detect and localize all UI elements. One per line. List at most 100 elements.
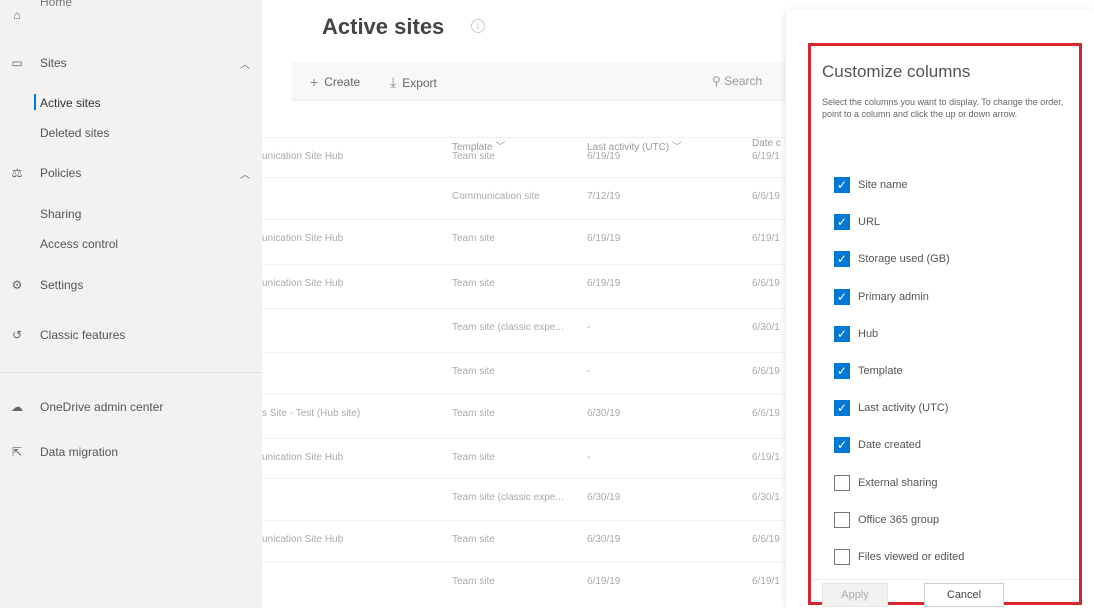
checkbox-checked-icon[interactable]: ✓ — [834, 289, 850, 305]
panel-title: Customize columns — [822, 62, 971, 81]
nav-policies-label: Policies — [40, 166, 82, 180]
left-nav: ⌂ Home ▭ Sites ︿ Active sites Deleted si… — [0, 0, 262, 608]
nav-sites-label: Sites — [40, 56, 67, 70]
checkbox-empty-icon[interactable] — [834, 512, 850, 528]
column-option[interactable]: External sharing — [834, 473, 938, 493]
column-option[interactable]: Files viewed or edited — [834, 547, 964, 567]
column-option[interactable]: ✓ Date created — [834, 435, 921, 455]
column-option[interactable]: ✓ Site name — [834, 175, 908, 195]
nav-settings[interactable]: ⚙ Settings — [0, 270, 262, 300]
column-option-label: URL — [858, 216, 881, 228]
hub-cell: unication Site Hub — [262, 278, 344, 289]
checkbox-checked-icon[interactable]: ✓ — [834, 363, 850, 379]
table-row[interactable]: unication Site Hub Team site - 6/19/1 — [262, 438, 822, 479]
checkbox-checked-icon[interactable]: ✓ — [834, 326, 850, 342]
template-cell: Team site — [452, 151, 495, 162]
search-icon: ⚲ — [712, 74, 721, 88]
nav-onedrive[interactable]: ☁ OneDrive admin center — [0, 392, 262, 422]
nav-policies[interactable]: ⚖ Policies ︿ — [0, 158, 262, 188]
download-icon: ⤓ — [390, 74, 397, 90]
nav-classic-features[interactable]: ↺ Classic features — [0, 320, 262, 350]
checkbox-checked-icon[interactable]: ✓ — [834, 214, 850, 230]
nav-access-control[interactable]: Access control — [40, 237, 118, 251]
apply-button[interactable]: Apply — [822, 583, 888, 607]
export-button[interactable]: ⤓ Export — [390, 74, 437, 91]
table-row[interactable]: Team site 6/19/19 6/19/1 — [262, 562, 822, 603]
search-box[interactable]: ⚲ Search — [712, 74, 762, 88]
info-icon[interactable]: i — [471, 19, 485, 33]
chevron-up-icon[interactable]: ︿ — [240, 166, 250, 181]
nav-classic-features-label: Classic features — [40, 328, 126, 342]
active-indicator — [34, 94, 36, 110]
checkbox-checked-icon[interactable]: ✓ — [834, 400, 850, 416]
command-bar: + Create ⤓ Export ⚲ Search — [292, 62, 812, 101]
last-activity-cell: - — [587, 322, 591, 333]
nav-data-migration[interactable]: ⇱ Data migration — [0, 437, 262, 467]
table-row[interactable]: s Site - Test (Hub site) Team site 6/30/19… — [262, 394, 822, 435]
chevron-up-icon[interactable]: ︿ — [240, 56, 250, 71]
last-activity-cell: 6/19/19 — [587, 576, 621, 587]
date-created-cell: 6/6/19 — [752, 534, 780, 545]
table-row[interactable]: Team site (classic expe... 6/30/19 6/30/1 — [262, 478, 822, 519]
column-option[interactable]: ✓ Hub — [834, 324, 878, 344]
hub-cell: unication Site Hub — [262, 452, 344, 463]
globe-icon: ▭ — [11, 56, 23, 70]
nav-divider — [0, 372, 262, 373]
date-created-cell: 6/19/1 — [752, 452, 780, 463]
nav-data-migration-label: Data migration — [40, 445, 119, 459]
last-activity-cell: 6/30/19 — [587, 492, 621, 503]
template-cell: Team site — [452, 408, 495, 419]
checkbox-checked-icon[interactable]: ✓ — [834, 437, 850, 453]
nav-settings-label: Settings — [40, 278, 84, 292]
template-cell: Team site — [452, 366, 495, 377]
template-cell: Team site (classic expe... — [452, 492, 564, 503]
last-activity-cell: 6/30/19 — [587, 408, 621, 419]
hub-cell: unication Site Hub — [262, 534, 344, 545]
column-option-label: Files viewed or edited — [858, 551, 965, 563]
date-created-cell: 6/6/19 — [752, 191, 780, 202]
date-created-cell: 6/6/19 — [752, 408, 780, 419]
checkbox-checked-icon[interactable]: ✓ — [834, 251, 850, 267]
last-activity-cell: - — [587, 452, 591, 463]
column-option[interactable]: Office 365 group — [834, 510, 939, 530]
table-row[interactable]: unication Site Hub Team site 6/19/19 6/19/1 — [262, 219, 822, 260]
column-option[interactable]: ✓ URL — [834, 212, 880, 232]
column-option-label: External sharing — [858, 477, 938, 489]
column-option-label: Hub — [858, 328, 879, 340]
table-row[interactable]: Team site - 6/6/19 — [262, 352, 822, 393]
column-option[interactable]: ✓ Primary admin — [834, 287, 929, 307]
nav-onedrive-label: OneDrive admin center — [40, 400, 164, 414]
policies-icon: ⚖ — [11, 166, 23, 180]
panel-description: Select the columns you want to display. … — [822, 97, 1064, 119]
nav-deleted-sites[interactable]: Deleted sites — [40, 126, 109, 140]
date-created-cell: 6/6/19 — [752, 278, 780, 289]
nav-home[interactable]: ⌂ Home — [0, 0, 262, 30]
column-option-label: Storage used (GB) — [858, 253, 950, 265]
nav-active-sites[interactable]: Active sites — [40, 96, 101, 110]
column-option[interactable]: ✓ Template — [834, 361, 903, 381]
search-placeholder: Search — [724, 74, 763, 88]
last-activity-cell: 6/30/19 — [587, 534, 621, 545]
panel-footer-divider — [812, 579, 1078, 580]
checkbox-checked-icon[interactable]: ✓ — [834, 177, 850, 193]
column-option-label: Date created — [858, 439, 921, 451]
checkbox-empty-icon[interactable] — [834, 549, 850, 565]
nav-sites[interactable]: ▭ Sites ︿ — [0, 48, 262, 78]
nav-sharing[interactable]: Sharing — [40, 207, 81, 221]
date-created-cell: 6/6/19 — [752, 366, 780, 377]
table-row[interactable]: unication Site Hub Team site 6/19/19 6/6/19 — [262, 264, 822, 305]
home-icon: ⌂ — [13, 8, 21, 22]
cancel-button[interactable]: Cancel — [924, 583, 1004, 607]
column-option-label: Last activity (UTC) — [858, 402, 949, 414]
plus-icon: + — [310, 74, 319, 90]
table-row[interactable]: unication Site Hub Team site 6/30/19 6/6/19 — [262, 520, 822, 561]
template-cell: Team site (classic expe... — [452, 322, 564, 333]
table-row[interactable]: unication Site Hub Team site 6/19/19 6/19/1 — [262, 137, 822, 178]
hub-cell: unication Site Hub — [262, 233, 344, 244]
column-option[interactable]: ✓ Storage used (GB) — [834, 249, 950, 269]
table-row[interactable]: Communication site 7/12/19 6/6/19 — [262, 177, 822, 218]
create-button[interactable]: + Create — [310, 74, 360, 90]
table-row[interactable]: Team site (classic expe... - 6/30/1 — [262, 308, 822, 349]
checkbox-empty-icon[interactable] — [834, 475, 850, 491]
column-option[interactable]: ✓ Last activity (UTC) — [834, 398, 948, 418]
